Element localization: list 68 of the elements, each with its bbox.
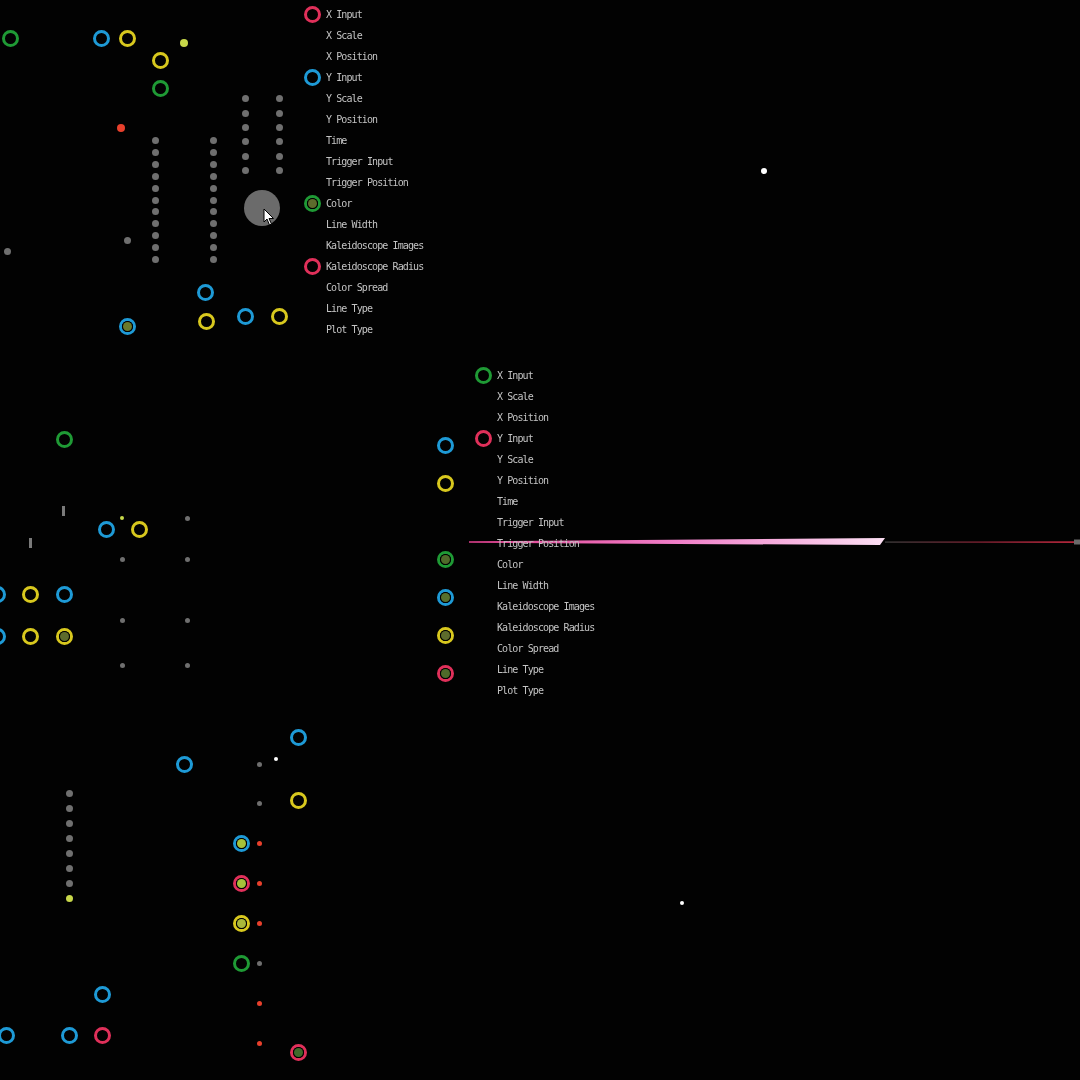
parameter-label: Y Input: [497, 432, 534, 445]
parameter-label: Kaleidoscope Radius: [497, 621, 595, 634]
parameter-label: X Scale: [326, 29, 364, 42]
parameter-label: Line Width: [326, 218, 379, 231]
parameter-label: X Position: [326, 50, 379, 63]
port-ring[interactable]: [21, 585, 39, 603]
parameter-label: X Scale: [497, 390, 535, 403]
parameter-label: Y Input: [326, 71, 363, 84]
port-ring[interactable]: [151, 79, 169, 97]
port-ring[interactable]: [151, 51, 169, 69]
port-ring[interactable]: [118, 317, 136, 335]
parameter-label: Kaleidoscope Images: [326, 239, 424, 252]
parameter-label: Time: [497, 495, 519, 508]
parameter-label: Color Spread: [326, 281, 389, 294]
parameter-label: X Input: [497, 369, 534, 382]
port-ring[interactable]: [436, 436, 454, 454]
port-ring[interactable]: [21, 627, 39, 645]
parameter-label: Y Position: [326, 113, 379, 126]
parameter-label: Trigger Position: [326, 176, 409, 189]
port-ring[interactable]: [236, 307, 254, 325]
port-ring[interactable]: [92, 29, 110, 47]
port-ring[interactable]: [0, 1026, 15, 1044]
port-ring[interactable]: [118, 29, 136, 47]
port-ring[interactable]: [304, 69, 321, 86]
parameter-label: Y Scale: [326, 92, 364, 105]
port-ring[interactable]: [1, 29, 19, 47]
port-ring[interactable]: [289, 791, 307, 809]
parameter-label: Y Position: [497, 474, 550, 487]
port-ring[interactable]: [232, 834, 250, 852]
port-ring[interactable]: [175, 755, 193, 773]
port-ring[interactable]: [97, 520, 115, 538]
parameter-label: Line Type: [497, 663, 545, 676]
port-ring[interactable]: [196, 283, 214, 301]
port-ring[interactable]: [436, 588, 454, 606]
parameter-label: Kaleidoscope Images: [497, 600, 595, 613]
port-ring[interactable]: [130, 520, 148, 538]
parameter-label: X Position: [497, 411, 550, 424]
parameter-label: Plot Type: [497, 684, 545, 697]
mouse-pointer-icon: [263, 208, 275, 226]
parameter-label: Trigger Input: [497, 516, 565, 529]
port-ring[interactable]: [436, 550, 454, 568]
parameter-label: Time: [326, 134, 348, 147]
port-ring[interactable]: [55, 430, 73, 448]
port-ring[interactable]: [55, 585, 73, 603]
port-ring[interactable]: [475, 367, 492, 384]
port-ring[interactable]: [304, 195, 321, 212]
port-ring[interactable]: [60, 1026, 78, 1044]
port-ring[interactable]: [232, 954, 250, 972]
parameter-label: Kaleidoscope Radius: [326, 260, 424, 273]
parameter-label: Line Width: [497, 579, 550, 592]
handle-disc[interactable]: [244, 190, 280, 226]
port-ring[interactable]: [436, 626, 454, 644]
parameter-label: Plot Type: [326, 323, 374, 336]
port-ring[interactable]: [93, 985, 111, 1003]
parameter-label: Color: [497, 558, 524, 571]
port-ring[interactable]: [289, 728, 307, 746]
parameter-label: Y Scale: [497, 453, 535, 466]
parameter-label: Color Spread: [497, 642, 560, 655]
port-ring[interactable]: [55, 627, 73, 645]
parameter-label: Line Type: [326, 302, 374, 315]
parameter-label: X Input: [326, 8, 363, 21]
parameter-label: Color: [326, 197, 353, 210]
parameter-label: Trigger Input: [326, 155, 394, 168]
port-ring[interactable]: [197, 312, 215, 330]
port-ring[interactable]: [232, 914, 250, 932]
port-ring[interactable]: [270, 307, 288, 325]
port-ring[interactable]: [436, 474, 454, 492]
port-ring[interactable]: [232, 874, 250, 892]
